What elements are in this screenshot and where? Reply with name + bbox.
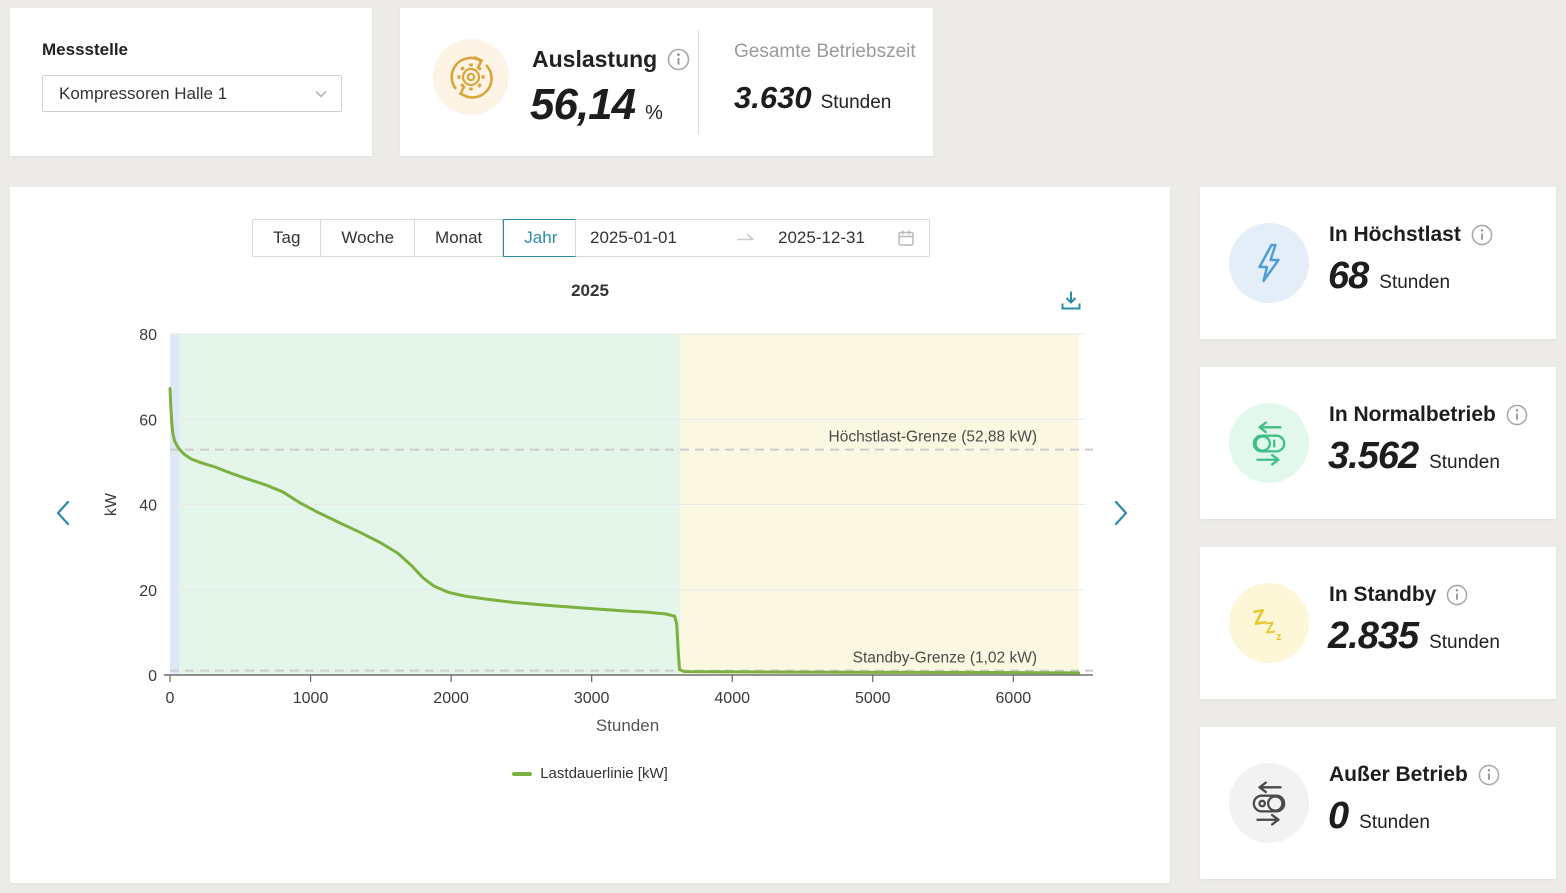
stat-card-hoechstlast: In Höchstlast 68 Stunden (1200, 187, 1556, 339)
chevron-right-icon[interactable] (1108, 495, 1134, 531)
stat-title: Außer Betrieb (1329, 763, 1468, 787)
date-to-input[interactable]: 2025-12-31 (778, 228, 865, 248)
x-tick-label: 4000 (714, 690, 750, 707)
betriebszeit-unit: Stunden (821, 92, 892, 114)
stat-card-ausser-betrieb: Außer Betrieb 0 Stunden (1200, 727, 1556, 879)
info-icon[interactable] (1506, 404, 1528, 426)
x-tick-label: 3000 (574, 690, 610, 707)
y-tick-label: 60 (139, 412, 157, 429)
limit-line-label: Höchstlast-Grenze (52,88 kW) (829, 429, 1037, 446)
limit-line-label: Standby-Grenze (1,02 kW) (853, 650, 1037, 667)
messstelle-label: Messstelle (42, 40, 128, 60)
auslastung-unit: % (645, 102, 663, 125)
x-tick-label: 1000 (293, 690, 329, 707)
info-icon[interactable] (1446, 584, 1468, 606)
stat-unit: Stunden (1429, 452, 1500, 474)
zzz-icon: Z Z z (1229, 583, 1309, 663)
messstelle-select[interactable]: Kompressoren Halle 1 (42, 75, 342, 112)
chevron-left-icon[interactable] (50, 495, 76, 531)
legend-lastdauerlinie[interactable]: Lastdauerlinie [kW] (10, 765, 1170, 782)
x-axis-label: Stunden (596, 716, 659, 735)
tab-woche[interactable]: Woche (321, 219, 415, 257)
stat-unit: Stunden (1429, 632, 1500, 654)
info-icon[interactable] (1471, 224, 1493, 246)
info-icon[interactable] (1478, 764, 1500, 786)
date-range-picker[interactable]: 2025-01-01 2025-12-31 (575, 219, 930, 257)
divider (698, 30, 699, 134)
y-tick-label: 40 (139, 498, 157, 515)
y-tick-label: 80 (139, 327, 157, 344)
betriebszeit-label: Gesamte Betriebszeit (734, 41, 916, 63)
lightning-icon (1229, 223, 1309, 303)
stat-title: In Normalbetrieb (1329, 403, 1496, 427)
stat-value: 0 (1328, 795, 1348, 838)
period-tabs: Tag Woche Monat Jahr (252, 219, 578, 257)
load-duration-chart-card: Tag Woche Monat Jahr 2025-01-01 2025-12-… (10, 187, 1170, 883)
x-tick-label: 6000 (996, 690, 1032, 707)
x-tick-label: 2000 (433, 690, 469, 707)
y-tick-label: 20 (139, 583, 157, 600)
stat-value: 68 (1328, 255, 1368, 298)
stat-unit: Stunden (1359, 812, 1430, 834)
tab-monat[interactable]: Monat (415, 219, 503, 257)
messstelle-selected-value: Kompressoren Halle 1 (59, 84, 313, 104)
svg-text:z: z (1275, 631, 1282, 644)
stat-title: In Höchstlast (1329, 223, 1461, 247)
legend-line-swatch (512, 772, 532, 776)
chart-title: 2025 (10, 281, 1170, 301)
y-axis-label: kW (103, 492, 120, 516)
date-from-input[interactable]: 2025-01-01 (590, 228, 736, 248)
calendar-icon[interactable] (897, 229, 915, 247)
stat-value: 2.835 (1328, 615, 1418, 658)
load-duration-plot: Höchstlast-Grenze (52,88 kW) Standby-Gren… (90, 322, 1100, 742)
x-tick-label: 5000 (855, 690, 891, 707)
stat-unit: Stunden (1379, 272, 1450, 294)
x-tick-label: 0 (166, 690, 175, 707)
legend-label: Lastdauerlinie [kW] (540, 765, 668, 782)
y-tick-label: 0 (148, 668, 157, 685)
stat-value: 3.562 (1328, 435, 1418, 478)
auslastung-value: 56,14 (530, 80, 635, 130)
info-icon[interactable] (667, 48, 690, 71)
tab-jahr[interactable]: Jahr (503, 219, 578, 257)
stat-title: In Standby (1329, 583, 1436, 607)
toggle-arrows-icon (1229, 403, 1309, 483)
messstelle-card: Messstelle Kompressoren Halle 1 (10, 8, 372, 156)
swap-right-arrow-icon (736, 230, 756, 246)
betriebszeit-value: 3.630 (734, 80, 812, 116)
svg-text:Z: Z (1264, 620, 1276, 638)
download-icon[interactable] (1056, 286, 1086, 316)
toggle-arrows-icon (1229, 763, 1309, 843)
status-sidebar: In Höchstlast 68 Stunden In Normalbetrie… (1200, 187, 1556, 879)
utilization-gear-sync-icon (433, 39, 509, 115)
tab-tag[interactable]: Tag (252, 219, 321, 257)
chevron-down-icon (313, 86, 329, 102)
stat-card-standby: Z Z z In Standby 2.835 Stunden (1200, 547, 1556, 699)
auslastung-card: Auslastung 56,14 % Gesamte Betriebszeit … (400, 8, 933, 156)
stat-card-normalbetrieb: In Normalbetrieb 3.562 Stunden (1200, 367, 1556, 519)
auslastung-title: Auslastung (532, 46, 657, 73)
